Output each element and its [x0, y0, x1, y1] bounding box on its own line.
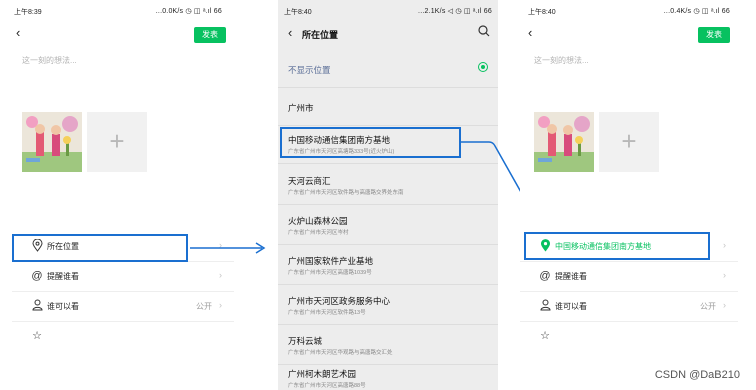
page-title: 所在位置	[302, 30, 339, 40]
status-time: 上午8:39	[14, 9, 42, 16]
post-text-input[interactable]: 这一刻的想法...	[22, 55, 77, 66]
moments-post-screen-before: 上午8:39 ...0.0K/s ◷ ◫ ᵃ.ıl 66 ‹ 发表 这一刻的想法…	[12, 0, 234, 390]
status-time: 上午8:40	[284, 9, 312, 16]
back-icon[interactable]: ‹	[16, 26, 20, 40]
option-favorite[interactable]: ☆	[12, 322, 234, 352]
option-label: 谁可以看	[47, 302, 79, 311]
location-address: 广东省广州市天河区软件路13号	[288, 310, 366, 316]
moments-post-screen-after: 上午8:40 ...0.4K/s ◷ ◫ ᵃ.ıl 66 ‹ 发表 这一刻的想法…	[520, 0, 738, 390]
location-item[interactable]: 广州市	[278, 86, 498, 126]
user-icon	[538, 299, 552, 313]
location-address: 广东省广州市天河区高唐路88号	[288, 383, 366, 389]
photo-thumbnail[interactable]	[22, 112, 82, 172]
location-name: 火炉山森林公园	[288, 216, 348, 226]
back-icon[interactable]: ‹	[288, 25, 292, 40]
star-icon: ☆	[540, 330, 550, 342]
watermark: CSDN @DaB210	[654, 369, 740, 381]
location-header: ‹ 所在位置	[278, 22, 498, 46]
highlight-selected-location	[280, 127, 461, 158]
option-label: 提醒谁看	[555, 272, 587, 281]
add-photo-button[interactable]: +	[87, 112, 147, 172]
location-address: 广东省广州市天河区软件路与高唐路交界处东南	[288, 190, 404, 196]
status-info: ...0.0K/s ◷ ◫ ᵃ.ıl 66	[155, 8, 222, 15]
location-name: 广州国家软件产业基地	[288, 256, 374, 266]
publish-button[interactable]: 发表	[194, 27, 226, 43]
option-favorite[interactable]: ☆	[520, 322, 738, 352]
option-remind[interactable]: @ 提醒谁看 ›	[520, 262, 738, 292]
location-item[interactable]: 广州市天河区政务服务中心 广东省广州市天河区软件路13号	[278, 285, 498, 325]
at-icon: @	[539, 270, 551, 282]
option-label: 谁可以看	[555, 302, 587, 311]
search-icon[interactable]	[478, 25, 490, 40]
status-bar: 上午8:40 ...0.4K/s ◷ ◫ ᵃ.ıl 66	[520, 7, 738, 19]
location-address: 广东省广州市天河区岑村	[288, 230, 349, 236]
location-address: 广东省广州市天河区华观路与高唐路交汇处	[288, 350, 393, 356]
location-address: 广东省广州市天河区高唐路1039号	[288, 270, 372, 276]
location-item-hidden[interactable]: 不显示位置	[278, 48, 498, 88]
visibility-value: 公开	[196, 302, 212, 311]
location-item[interactable]: 广州柯木朗艺术园 广东省广州市天河区高唐路88号	[278, 358, 498, 390]
user-icon	[30, 299, 44, 313]
status-info: ...0.4K/s ◷ ◫ ᵃ.ıl 66	[663, 8, 730, 15]
option-visibility[interactable]: 谁可以看 公开 ›	[12, 292, 234, 322]
back-icon[interactable]: ‹	[528, 26, 532, 40]
plus-icon: +	[621, 126, 637, 156]
location-name: 不显示位置	[288, 65, 331, 75]
status-time: 上午8:40	[528, 9, 556, 16]
highlight-location-option	[12, 234, 188, 262]
selected-radio-icon	[478, 62, 488, 72]
arrow-right-icon	[190, 242, 266, 254]
status-bar: 上午8:39 ...0.0K/s ◷ ◫ ᵃ.ıl 66	[12, 7, 234, 19]
location-name: 万科云城	[288, 336, 323, 346]
star-icon: ☆	[32, 330, 42, 342]
status-bar: 上午8:40 ...2.1K/s ◁ ◷ ◫ ᵃ.ıl 66	[278, 7, 498, 19]
chevron-right-icon: ›	[723, 270, 726, 280]
chevron-right-icon: ›	[723, 240, 726, 250]
option-visibility[interactable]: 谁可以看 公开 ›	[520, 292, 738, 322]
chevron-right-icon: ›	[723, 300, 726, 310]
status-info: ...2.1K/s ◁ ◷ ◫ ᵃ.ıl 66	[418, 8, 492, 15]
visibility-value: 公开	[700, 302, 716, 311]
option-remind[interactable]: @ 提醒谁看 ›	[12, 262, 234, 292]
location-name: 广州市天河区政务服务中心	[288, 296, 391, 306]
location-item[interactable]: 广州国家软件产业基地 广东省广州市天河区高唐路1039号	[278, 245, 498, 285]
photo-thumbnail[interactable]	[534, 112, 594, 172]
at-icon: @	[31, 270, 43, 282]
chevron-right-icon: ›	[219, 300, 222, 310]
location-name: 广州市	[288, 103, 314, 113]
location-name: 天河云商汇	[288, 176, 331, 186]
publish-button[interactable]: 发表	[698, 27, 730, 43]
post-text-input[interactable]: 这一刻的想法...	[534, 55, 589, 66]
add-photo-button[interactable]: +	[599, 112, 659, 172]
option-label: 提醒谁看	[47, 272, 79, 281]
plus-icon: +	[109, 126, 125, 156]
chevron-right-icon: ›	[219, 270, 222, 280]
highlight-location-result	[524, 232, 710, 260]
location-name: 广州柯木朗艺术园	[288, 369, 357, 379]
